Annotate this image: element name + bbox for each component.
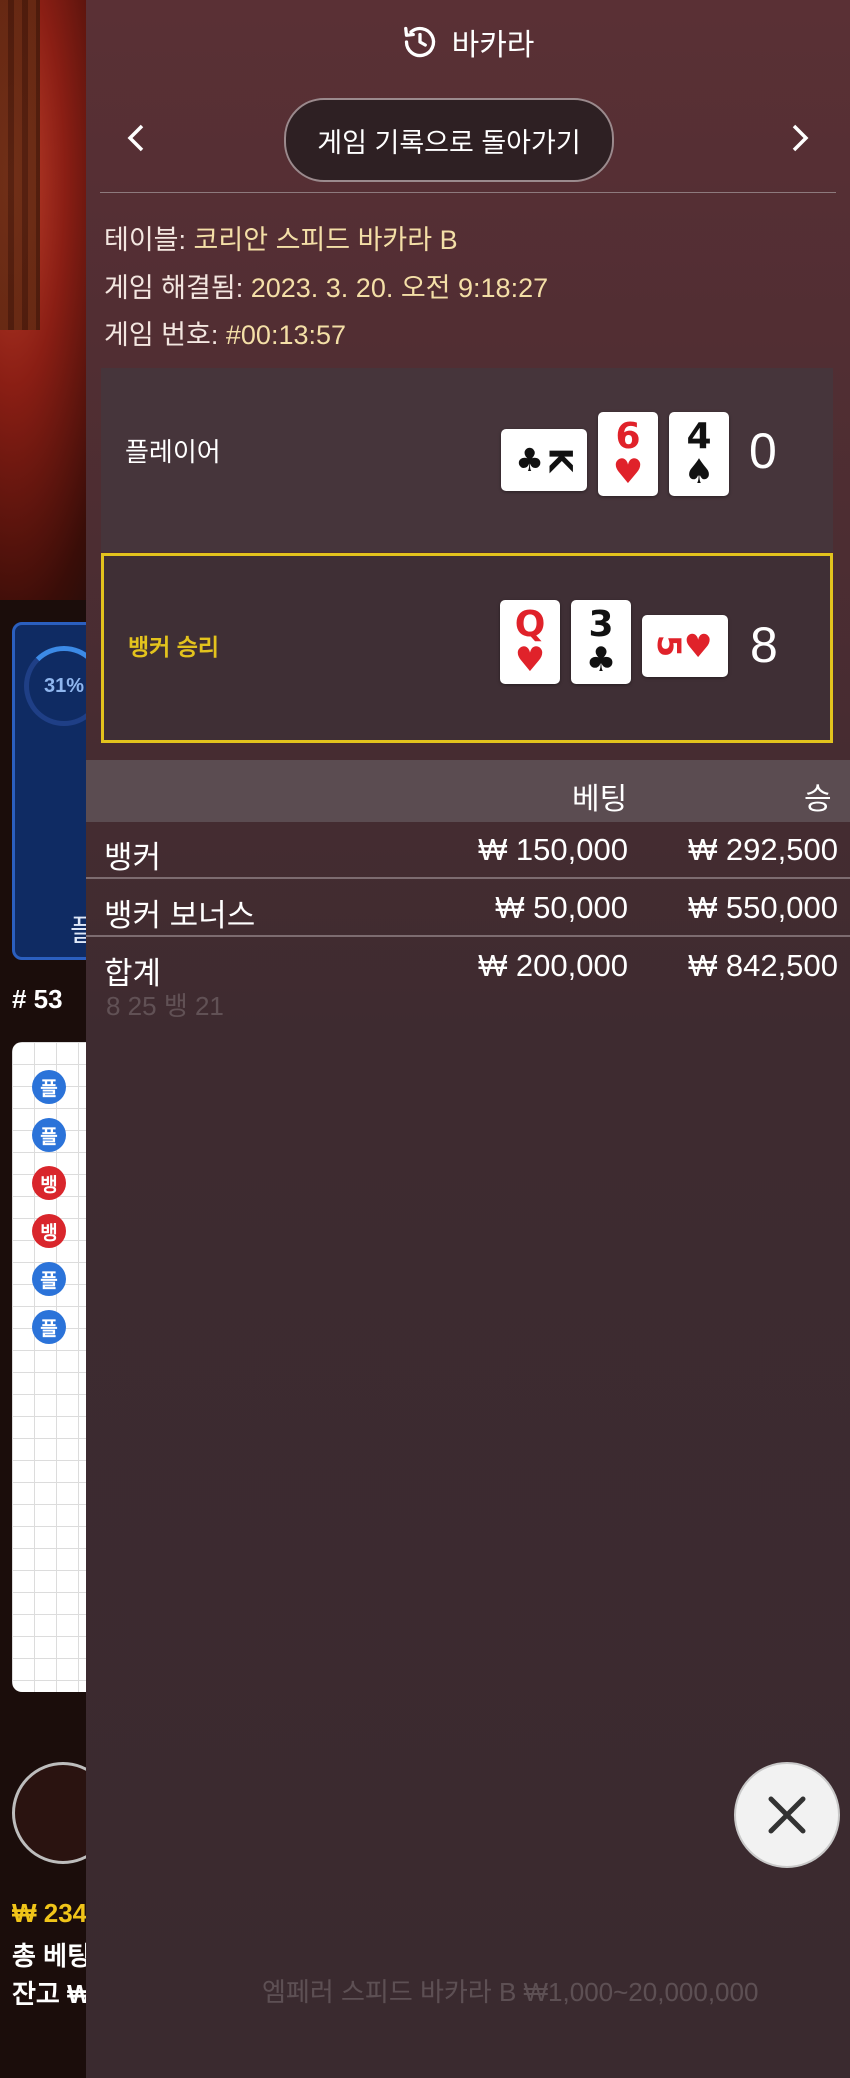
panel-title: 바카라: [451, 29, 535, 62]
player-card-1: ♣ K: [501, 429, 587, 491]
table-value: 코리안 스피드 바카라 B: [193, 225, 458, 255]
card-suit: ♣: [515, 441, 544, 479]
bead-player: 플: [32, 1310, 66, 1344]
bead-player: 플: [32, 1070, 66, 1104]
card-rank: 3: [588, 604, 614, 645]
card-rank: 4: [686, 416, 712, 457]
card-rank: 6: [615, 416, 641, 457]
player-card-2: 6 ♥: [598, 412, 658, 496]
bets-table-header: 베팅 승: [86, 760, 850, 822]
resolved-label: 게임 해결됨:: [104, 273, 244, 303]
game-history-panel: 바카라 게임 기록으로 돌아가기 테이블: 코리안 스피드 바카라 B 게임 해…: [86, 0, 850, 2078]
panel-header: 바카라: [86, 0, 850, 84]
bet-column-header: 베팅: [572, 783, 628, 816]
back-to-history-button[interactable]: 게임 기록으로 돌아가기: [284, 98, 614, 182]
card-rank: Q: [514, 604, 546, 645]
card-suit: ♥: [612, 452, 644, 492]
background-score-ghost: 8 25 뱅 21: [106, 991, 224, 1021]
row-divider: [86, 935, 850, 937]
history-icon: [403, 26, 435, 58]
banker-card-1: Q ♥: [500, 600, 560, 684]
total-bet-amount: ₩ 200,000: [478, 948, 628, 983]
resolved-info: 게임 해결됨: 2023. 3. 20. 오전 9:18:27: [104, 266, 548, 305]
bead-banker: 뱅: [32, 1166, 66, 1200]
bead-banker: 뱅: [32, 1214, 66, 1248]
table-row: 뱅커 보너스 ₩ 50,000 ₩ 550,000: [86, 880, 850, 936]
banker-result: 뱅커 승리 Q ♥ 3 ♣ 5 ♥ 8: [101, 553, 833, 743]
player-score: 0: [749, 423, 777, 479]
prev-game-button[interactable]: [116, 118, 156, 158]
bet-amount: ₩ 150,000: [478, 832, 628, 867]
bead-player: 플: [32, 1118, 66, 1152]
table-row: 뱅커 ₩ 150,000 ₩ 292,500: [86, 822, 850, 878]
background-table-limits: 엠페러 스피드 바카라 B ₩1,000~20,000,000: [262, 1977, 759, 2007]
game-number-value: #00:13:57: [225, 320, 347, 350]
chevron-right-icon: [792, 124, 809, 152]
chevron-left-icon: [127, 124, 144, 152]
close-button[interactable]: [734, 1762, 840, 1868]
player-card-3: 4 ♠: [669, 412, 729, 496]
bet-amount: ₩ 50,000: [495, 890, 628, 925]
table-label: 테이블:: [104, 225, 187, 255]
game-number-info: 게임 번호: #00:13:57: [104, 313, 346, 352]
win-amount: ₩ 292,500: [688, 832, 838, 867]
background-round-number: # 53: [12, 984, 63, 1014]
win-column-header: 승: [804, 783, 832, 816]
game-number-label: 게임 번호:: [104, 320, 219, 350]
background-curtain: [0, 0, 40, 330]
win-amount: ₩ 550,000: [688, 890, 838, 925]
total-win-amount: ₩ 842,500: [688, 948, 838, 983]
bead-player: 플: [32, 1262, 66, 1296]
player-label: 플레이어: [125, 437, 221, 467]
resolved-value: 2023. 3. 20. 오전 9:18:27: [250, 273, 549, 303]
close-icon: [768, 1796, 806, 1834]
bet-name: 뱅커 보너스: [104, 898, 256, 933]
card-rank: K: [541, 447, 580, 473]
banker-card-2: 3 ♣: [571, 600, 631, 684]
player-result: 플레이어 ♣ K 6 ♥ 4 ♠ 0: [101, 368, 833, 552]
bet-name: 뱅커: [104, 840, 162, 875]
card-rank: 5: [649, 634, 688, 658]
divider: [100, 192, 836, 193]
banker-label: 뱅커 승리: [128, 634, 220, 660]
row-divider: [86, 877, 850, 879]
card-suit: ♥: [514, 640, 546, 680]
card-suit: ♣: [585, 640, 617, 680]
next-game-button[interactable]: [780, 118, 820, 158]
banker-card-3: 5 ♥: [642, 615, 728, 677]
banker-score: 8: [750, 617, 778, 673]
card-suit: ♠: [683, 452, 715, 492]
table-info: 테이블: 코리안 스피드 바카라 B: [104, 218, 458, 257]
